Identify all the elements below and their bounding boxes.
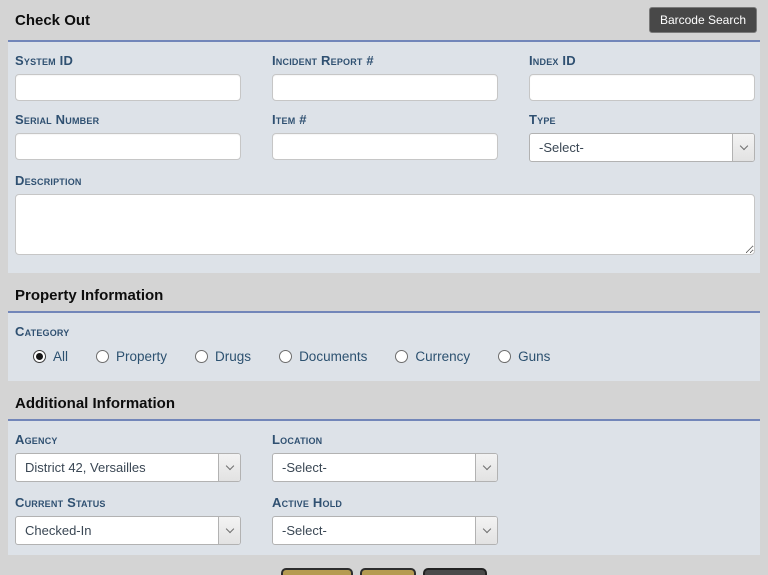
- active-hold-label: Active Hold: [272, 495, 498, 510]
- type-label: Type: [529, 112, 755, 127]
- barcode-search-button[interactable]: Barcode Search: [649, 7, 757, 33]
- chevron-down-icon: [218, 454, 240, 481]
- serial-number-field-group: Serial Number: [15, 101, 241, 162]
- description-label: Description: [15, 173, 755, 188]
- search-fields-panel: System ID Incident Report # Index ID Ser…: [8, 42, 760, 273]
- reset-button[interactable]: Reset: [360, 568, 417, 575]
- checkout-page: Check Out Barcode Search System ID Incid…: [0, 0, 768, 575]
- category-radio-guns[interactable]: Guns: [498, 349, 550, 364]
- active-hold-field-group: Active Hold -Select-: [272, 486, 498, 549]
- category-label: Category: [15, 324, 755, 339]
- footer-button-bar: Go Back Reset Search: [8, 555, 760, 575]
- radio-unselected-icon: [395, 350, 408, 363]
- serial-number-label: Serial Number: [15, 112, 241, 127]
- agency-select[interactable]: District 42, Versailles: [15, 453, 241, 482]
- radio-unselected-icon: [96, 350, 109, 363]
- category-radio-documents[interactable]: Documents: [279, 349, 367, 364]
- active-hold-select-value: -Select-: [273, 523, 327, 538]
- type-select-value: -Select-: [530, 140, 584, 155]
- incident-report-field-group: Incident Report #: [272, 48, 498, 101]
- incident-report-label: Incident Report #: [272, 53, 498, 68]
- type-field-group: Type -Select-: [529, 101, 755, 162]
- item-number-label: Item #: [272, 112, 498, 127]
- chevron-down-icon: [732, 134, 754, 161]
- system-id-label: System ID: [15, 53, 241, 68]
- category-option-label: Drugs: [215, 349, 251, 364]
- category-radio-currency[interactable]: Currency: [395, 349, 470, 364]
- search-button[interactable]: Search: [423, 568, 487, 575]
- current-status-label: Current Status: [15, 495, 241, 510]
- radio-unselected-icon: [498, 350, 511, 363]
- additional-information-heading: Additional Information: [8, 381, 760, 419]
- location-label: Location: [272, 432, 498, 447]
- agency-label: Agency: [15, 432, 241, 447]
- incident-report-input[interactable]: [272, 74, 498, 101]
- category-radio-drugs[interactable]: Drugs: [195, 349, 251, 364]
- active-hold-select[interactable]: -Select-: [272, 516, 498, 545]
- item-number-input[interactable]: [272, 133, 498, 160]
- radio-unselected-icon: [195, 350, 208, 363]
- index-id-field-group: Index ID: [529, 48, 755, 101]
- category-option-label: All: [53, 349, 68, 364]
- description-textarea[interactable]: [15, 194, 755, 255]
- location-select[interactable]: -Select-: [272, 453, 498, 482]
- category-radio-property[interactable]: Property: [96, 349, 167, 364]
- property-information-heading: Property Information: [8, 273, 760, 311]
- description-field-group: Description: [15, 173, 755, 260]
- agency-select-value: District 42, Versailles: [16, 460, 146, 475]
- current-status-select-value: Checked-In: [16, 523, 91, 538]
- location-field-group: Location -Select-: [272, 427, 498, 486]
- chevron-down-icon: [218, 517, 240, 544]
- category-option-label: Documents: [299, 349, 367, 364]
- current-status-select[interactable]: Checked-In: [15, 516, 241, 545]
- index-id-label: Index ID: [529, 53, 755, 68]
- serial-number-input[interactable]: [15, 133, 241, 160]
- system-id-field-group: System ID: [15, 48, 241, 101]
- go-back-button[interactable]: Go Back: [281, 568, 353, 575]
- category-option-label: Currency: [415, 349, 470, 364]
- index-id-input[interactable]: [529, 74, 755, 101]
- category-radio-all[interactable]: All: [33, 349, 68, 364]
- chevron-down-icon: [475, 454, 497, 481]
- property-information-panel: Category All Property Drugs Documents: [8, 313, 760, 381]
- location-select-value: -Select-: [273, 460, 327, 475]
- item-number-field-group: Item #: [272, 101, 498, 162]
- radio-unselected-icon: [279, 350, 292, 363]
- agency-field-group: Agency District 42, Versailles: [15, 427, 241, 486]
- current-status-field-group: Current Status Checked-In: [15, 486, 241, 549]
- category-option-label: Guns: [518, 349, 550, 364]
- type-select[interactable]: -Select-: [529, 133, 755, 162]
- chevron-down-icon: [475, 517, 497, 544]
- radio-selected-icon: [33, 350, 46, 363]
- additional-information-panel: Agency District 42, Versailles Location …: [8, 421, 760, 555]
- page-title: Check Out: [15, 12, 90, 29]
- page-header: Check Out Barcode Search: [8, 0, 760, 40]
- category-radio-group: All Property Drugs Documents Currency: [33, 349, 755, 364]
- system-id-input[interactable]: [15, 74, 241, 101]
- category-option-label: Property: [116, 349, 167, 364]
